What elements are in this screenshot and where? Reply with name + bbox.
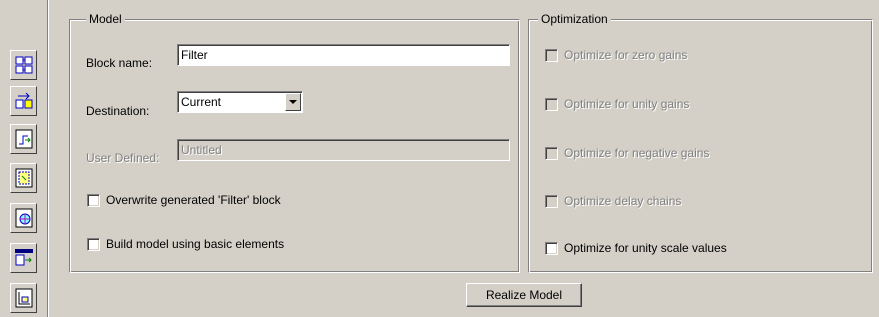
convert-icon[interactable] bbox=[10, 86, 37, 116]
block-name-label: Block name: bbox=[86, 56, 153, 70]
build-basic-checkbox-row[interactable]: Build model using basic elements bbox=[87, 236, 284, 252]
negative-gains-label: Optimize for negative gains bbox=[564, 146, 710, 160]
user-defined-label: User Defined: bbox=[86, 151, 160, 165]
realize-model-button[interactable]: Realize Model bbox=[466, 283, 582, 307]
delay-chains-checkbox bbox=[545, 194, 558, 208]
build-basic-checkbox[interactable] bbox=[87, 237, 100, 251]
negative-gains-checkbox bbox=[545, 146, 558, 160]
unity-gains-checkbox bbox=[545, 97, 558, 111]
delay-chains-label: Optimize delay chains bbox=[564, 194, 682, 208]
unity-gains-label: Optimize for unity gains bbox=[564, 97, 690, 111]
model-group-title: Model bbox=[86, 12, 125, 26]
overwrite-checkbox-row[interactable]: Overwrite generated 'Filter' block bbox=[87, 192, 281, 208]
toolbar bbox=[0, 0, 50, 317]
zero-gains-row: Optimize for zero gains bbox=[545, 47, 687, 63]
unity-scale-label: Optimize for unity scale values bbox=[564, 241, 727, 255]
overwrite-checkbox[interactable] bbox=[87, 193, 100, 207]
unity-scale-checkbox[interactable] bbox=[545, 241, 558, 255]
unity-gains-row: Optimize for unity gains bbox=[545, 96, 689, 112]
build-basic-label: Build model using basic elements bbox=[106, 237, 285, 251]
zero-gains-checkbox bbox=[545, 48, 558, 62]
delay-chains-row: Optimize delay chains bbox=[545, 193, 681, 209]
unity-scale-row[interactable]: Optimize for unity scale values bbox=[545, 240, 727, 256]
overwrite-label: Overwrite generated 'Filter' block bbox=[106, 193, 281, 207]
filter-response-icon[interactable] bbox=[10, 124, 37, 154]
chevron-down-icon[interactable] bbox=[285, 93, 301, 111]
destination-label: Destination: bbox=[86, 104, 150, 118]
destination-value: Current bbox=[181, 95, 222, 109]
optimization-group-title: Optimization bbox=[538, 12, 611, 26]
selection-icon[interactable] bbox=[10, 163, 37, 193]
negative-gains-row: Optimize for negative gains bbox=[545, 145, 709, 161]
transform-icon[interactable] bbox=[10, 283, 37, 313]
realize-icon[interactable] bbox=[10, 243, 37, 273]
structure-icon[interactable] bbox=[10, 50, 37, 80]
destination-select[interactable]: Current bbox=[177, 91, 303, 113]
target-icon[interactable] bbox=[10, 203, 37, 233]
user-defined-input: Untitled bbox=[177, 139, 510, 161]
block-name-input[interactable]: Filter bbox=[177, 44, 510, 66]
zero-gains-label: Optimize for zero gains bbox=[564, 48, 688, 62]
